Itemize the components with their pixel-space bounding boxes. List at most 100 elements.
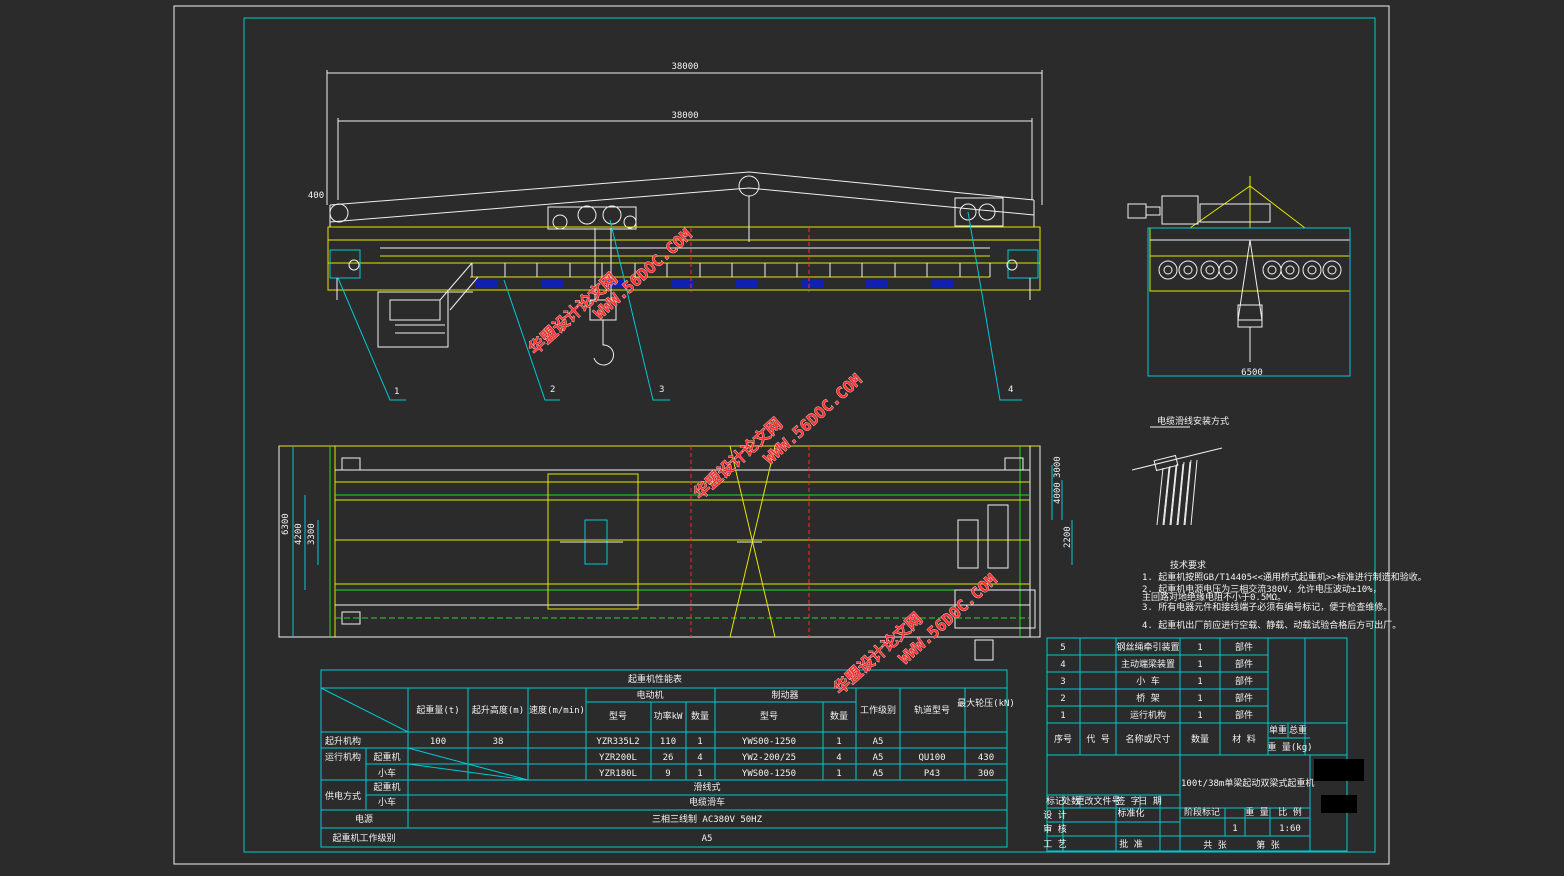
trolley (547, 206, 637, 230)
perf-cell-mq: 1 (697, 737, 702, 747)
girder-panel-fill (866, 280, 888, 288)
festoon-cable (1190, 459, 1198, 526)
watermarks: 华盟设计论文网 WWW.56DOC.COM WWW.56DOC.COM 华盟设计… (525, 225, 1001, 699)
inner-sheet-border (243, 17, 1376, 853)
callout-3: 3 (659, 385, 664, 395)
front-elevation-view: 38000 38000 400 1 2 3 4 (308, 62, 1043, 401)
hdr-brake: 制动器 (771, 689, 798, 701)
supply-val-0: 滑线式 (693, 781, 720, 793)
perf-cell-load: 300 (978, 769, 994, 779)
supply-label: 供电方式 (325, 790, 361, 802)
power-label: 电源 (355, 813, 373, 825)
wheel-hub (1163, 265, 1173, 275)
power-value: 三相三线制 AC380V 50HZ (652, 813, 763, 825)
tb-file: 更改文件号 (1075, 795, 1120, 807)
wheel (1322, 260, 1342, 280)
tb-date: 日 期 (1138, 796, 1161, 807)
festoon-cable (1163, 465, 1171, 526)
tb-sheet-count: 1 (1232, 824, 1237, 834)
dim-overall: 38000 (671, 62, 698, 72)
wheel (1280, 260, 1300, 280)
callout-2: 2 (550, 385, 555, 395)
perf-cell-power: 110 (660, 737, 676, 747)
dim-plan-right-b: 4000 (1053, 482, 1063, 504)
redacted-block-1 (1314, 759, 1364, 781)
dim-plan-left-b: 3300 (307, 523, 317, 545)
wheel (1200, 260, 1220, 280)
tb-standard: 标准化 (1117, 807, 1144, 819)
wheel-hub (1183, 265, 1193, 275)
tb-approve: 批 准 (1119, 838, 1142, 850)
wheel (1262, 260, 1282, 280)
tb-checker: 审 核 (1043, 823, 1066, 835)
perf-cell-motor: YZR335L2 (596, 737, 639, 747)
perf-cell-mq: 1 (697, 769, 702, 779)
girder-panel-fill (671, 280, 693, 288)
wheel (1302, 260, 1322, 280)
tb-scale-label: 比 例 (1278, 806, 1301, 818)
parts-no: 3 (1060, 677, 1065, 687)
parts-name: 小 车 (1136, 675, 1159, 687)
perf-cell-rail: QU100 (918, 753, 945, 763)
festoon-cable (1184, 459, 1192, 526)
parts-qty: 1 (1197, 677, 1202, 687)
hdr-brake-qty: 数量 (830, 710, 848, 722)
dim-plan-left-total: 6300 (281, 513, 291, 535)
festoon-cable (1162, 467, 1170, 526)
girder-panel-fill (801, 280, 823, 288)
tb-designer: 设 计 (1043, 809, 1066, 821)
parts-no: 4 (1060, 660, 1065, 670)
perf-cell-motor: YZR200L (599, 753, 637, 763)
perf-cell-power: 9 (665, 769, 670, 779)
perf-cell-brake: YWS00-1250 (742, 737, 796, 747)
perf-cell-brake: YW2-200/25 (742, 753, 796, 763)
parts-hdr-weight: 重 量(kg) (1267, 741, 1312, 753)
parts-no: 1 (1060, 711, 1065, 721)
perf-cell-duty: A5 (873, 737, 884, 747)
parts-name: 钢丝绳牵引装置 (1116, 641, 1179, 653)
perf-cell-bq: 1 (836, 769, 841, 779)
hdr-motor: 电动机 (636, 689, 663, 701)
girder-panel-fill (736, 280, 758, 288)
wheel-hub (1307, 265, 1317, 275)
tb-process: 工 艺 (1043, 839, 1066, 850)
perf-cell-mq: 4 (697, 753, 702, 763)
hdr-speed: 速度(m/min) (529, 704, 585, 716)
wheel-hub (1205, 265, 1215, 275)
hdr-capacity: 起重量(t) (416, 704, 459, 716)
tb-page-label: 第 张 (1256, 839, 1279, 851)
plan-view: 6300 4200 3300 3000 4000 2200 (278, 445, 1073, 661)
hdr-duty: 工作级别 (860, 704, 896, 716)
festoon-cable (1170, 463, 1178, 526)
hdr-motor-qty: 数量 (691, 710, 709, 722)
wheel (1218, 260, 1238, 280)
wheel (1158, 260, 1178, 280)
perf-cell-rail: P43 (924, 769, 940, 779)
tb-sign: 签 字 (1116, 795, 1139, 807)
parts-hdr-qty: 数量 (1191, 733, 1209, 745)
dim-plan-left-a: 4200 (294, 523, 304, 545)
dim-plan-right-a: 3000 (1053, 456, 1063, 478)
perf-cell-duty: A5 (873, 753, 884, 763)
perf-cell-brake: YWS00-1250 (742, 769, 796, 779)
perf-cell-power: 26 (663, 753, 674, 763)
perf-cell-duty: A5 (873, 769, 884, 779)
girder-panel-fill (476, 280, 498, 288)
perf-cell-label: 起升机构 (325, 735, 361, 747)
note-line-5: 4. 起重机出厂前应进行空载、静载、动载试验合格后方可出厂。 (1142, 619, 1401, 631)
detail-title: 电缆滑线安装方式 (1157, 415, 1229, 427)
note-line-1: 1. 起重机按照GB/T14405<<通用桥式起重机>>标准进行制造和验收。 (1142, 571, 1427, 583)
parts-qty: 1 (1197, 711, 1202, 721)
tb-scale: 1:60 (1279, 824, 1301, 834)
hdr-rail: 轨道型号 (914, 704, 950, 716)
perf-cell-sub: 起重机 (373, 751, 400, 763)
parts-no: 2 (1060, 694, 1065, 704)
drawing-canvas: 38000 38000 400 1 2 3 4 6500 6300 4200 3… (173, 5, 1427, 865)
drawing-title: 100t/38m单梁起动双梁式起重机 (1181, 777, 1314, 789)
tb-stage: 阶段标记 (1184, 806, 1220, 818)
hdr-motor-power: 功率kW (654, 710, 683, 722)
technical-notes: 技术要求 1. 起重机按照GB/T14405<<通用桥式起重机>>标准进行制造和… (1142, 559, 1427, 631)
girder-panel-fill (541, 280, 563, 288)
parts-qty: 1 (1197, 643, 1202, 653)
wheel-hub (1267, 265, 1277, 275)
